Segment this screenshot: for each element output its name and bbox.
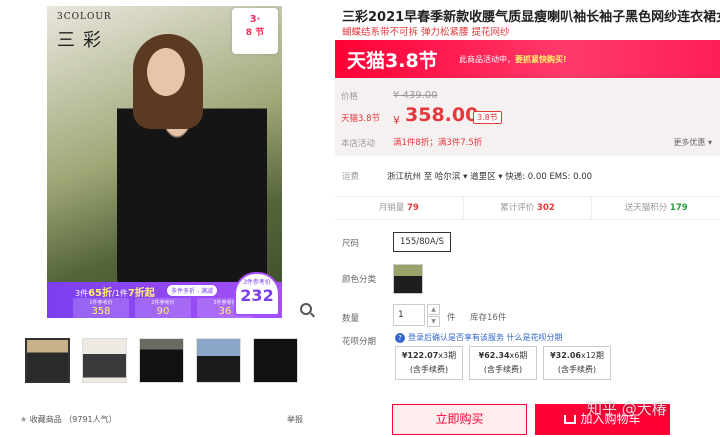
size-label: 尺码 (342, 239, 360, 249)
corner-tag-line2: 8 节 (245, 28, 265, 38)
festival-banner: 天猫3.8节 此商品活动中，要抓紧快购买! (335, 40, 720, 78)
sku-selector: 尺码 155/80A/S 颜色分类 数量 1 ▲ ▼ 件 库存16件 花呗分期 … (335, 224, 720, 384)
thumbnail[interactable] (196, 338, 241, 383)
product-title: 三彩2021早春季新款收腰气质显瘦喇叭袖长袖子黑色网纱连衣裙女 (342, 10, 720, 25)
watermark-text: 知乎 @大椿 (587, 400, 667, 418)
stat-monthly-sales: 月销量 79 (335, 197, 464, 219)
activity-label: 本店活动 (341, 139, 376, 149)
sales-stats: 月销量 79 累计评价 302 送天猫积分 179 (335, 196, 720, 220)
installment-note[interactable]: ? 登录后确认是否享有该服务 什么是花呗分期 (395, 332, 563, 343)
price-badge: 3.8节 (473, 111, 502, 124)
quantity-unit: 件 (447, 313, 456, 323)
zoom-icon[interactable] (300, 303, 312, 315)
corner-tag-line1: 3· (249, 14, 261, 25)
model-face (147, 48, 185, 96)
shipping-value[interactable]: 浙江杭州 至 哈尔滨 ▾ 道里区 ▾ 快递: 0.00 EMS: 0.00 (387, 170, 592, 182)
current-price: 358.00 (405, 104, 479, 126)
stat-points: 送天猫积分 179 (624, 203, 688, 213)
thumbnail[interactable] (82, 338, 127, 383)
installment-plans: ¥122.07x3期 (含手续费) ¥62.34x6期 (含手续费) ¥32.0… (395, 346, 611, 380)
quantity-increase-button[interactable]: ▲ (427, 304, 440, 315)
price-label: 价格 (341, 92, 359, 102)
installment-plan-option[interactable]: ¥122.07x3期 (含手续费) (395, 346, 463, 380)
question-icon: ? (395, 333, 405, 343)
promo-cell: 2件参考价 90 (135, 298, 191, 318)
stock-count: 库存16件 (470, 313, 507, 323)
installment-plan-option[interactable]: ¥62.34x6期 (含手续费) (469, 346, 537, 380)
installment-label: 花呗分期 (342, 337, 377, 347)
color-label: 颜色分类 (342, 275, 377, 285)
size-option[interactable]: 155/80A/S (393, 232, 451, 252)
star-icon: ★ (20, 415, 28, 424)
thumbnail[interactable] (25, 338, 70, 383)
promo-cta: 多件多折 - 满减 (167, 285, 217, 296)
stat-reviews[interactable]: 累计评价 302 (464, 197, 593, 219)
banner-text: 此商品活动中，要抓紧快购买! (459, 55, 567, 64)
thumbnail-strip (25, 338, 298, 383)
currency-symbol: ¥ (393, 114, 400, 127)
color-swatch[interactable] (393, 264, 423, 294)
more-offers-link[interactable]: 更多优惠 ▾ (673, 137, 712, 148)
promo-cells: 1件参考价 358 2件参考价 90 3件参考价 36 (73, 298, 253, 318)
promo-headline: 3件65折/1件7折起 (75, 288, 155, 299)
quantity-label: 数量 (342, 314, 360, 324)
thumbnail[interactable] (253, 338, 298, 383)
festival-price-label: 天猫3.8节 (341, 114, 381, 124)
favorite-link[interactable]: ★ 收藏商品 （9791人气） (20, 414, 117, 425)
original-price: ¥ 439.00 (393, 90, 438, 101)
product-subtitle: 蝴蝶结系带不可拆 弹力松紧腰 提花网纱 (342, 27, 510, 38)
brand-name-en: 3COLOUR (57, 12, 112, 22)
cart-icon (564, 415, 577, 424)
brand-logo: 3COLOUR 三彩 (57, 12, 112, 52)
main-product-image[interactable]: 3COLOUR 三彩 3· 8 节 3件65折/1件7折起 多件多折 - 满减 … (47, 6, 282, 318)
report-link[interactable]: 举报 (287, 414, 303, 425)
promo-bar: 3件65折/1件7折起 多件多折 - 满减 1件参考价 358 2件参考价 90… (47, 272, 282, 318)
buy-now-button[interactable]: 立即购买 (392, 404, 527, 435)
favorite-label: 收藏商品 (29, 415, 62, 424)
festival-logo: 天猫3.8节 (347, 50, 438, 72)
shipping-label: 运费 (342, 172, 360, 182)
quantity-decrease-button[interactable]: ▼ (427, 316, 440, 327)
brand-name-cn: 三彩 (57, 30, 109, 51)
price-panel: 价格 ¥ 439.00 天猫3.8节 ¥ 358.00 3.8节 本店活动 满1… (335, 78, 720, 156)
quantity-input[interactable]: 1 (393, 304, 425, 326)
promo-cell: 1件参考价 358 (73, 298, 129, 318)
activity-text: 满1件8折；满3件7.5折 (393, 138, 483, 148)
festival-corner-tag: 3· 8 节 (232, 8, 278, 54)
reference-price-badge: 3件参考价 232 (234, 272, 280, 316)
installment-plan-option[interactable]: ¥32.06x12期 (含手续费) (543, 346, 611, 380)
favorite-count: （9791人气） (64, 415, 117, 424)
thumbnail[interactable] (139, 338, 184, 383)
